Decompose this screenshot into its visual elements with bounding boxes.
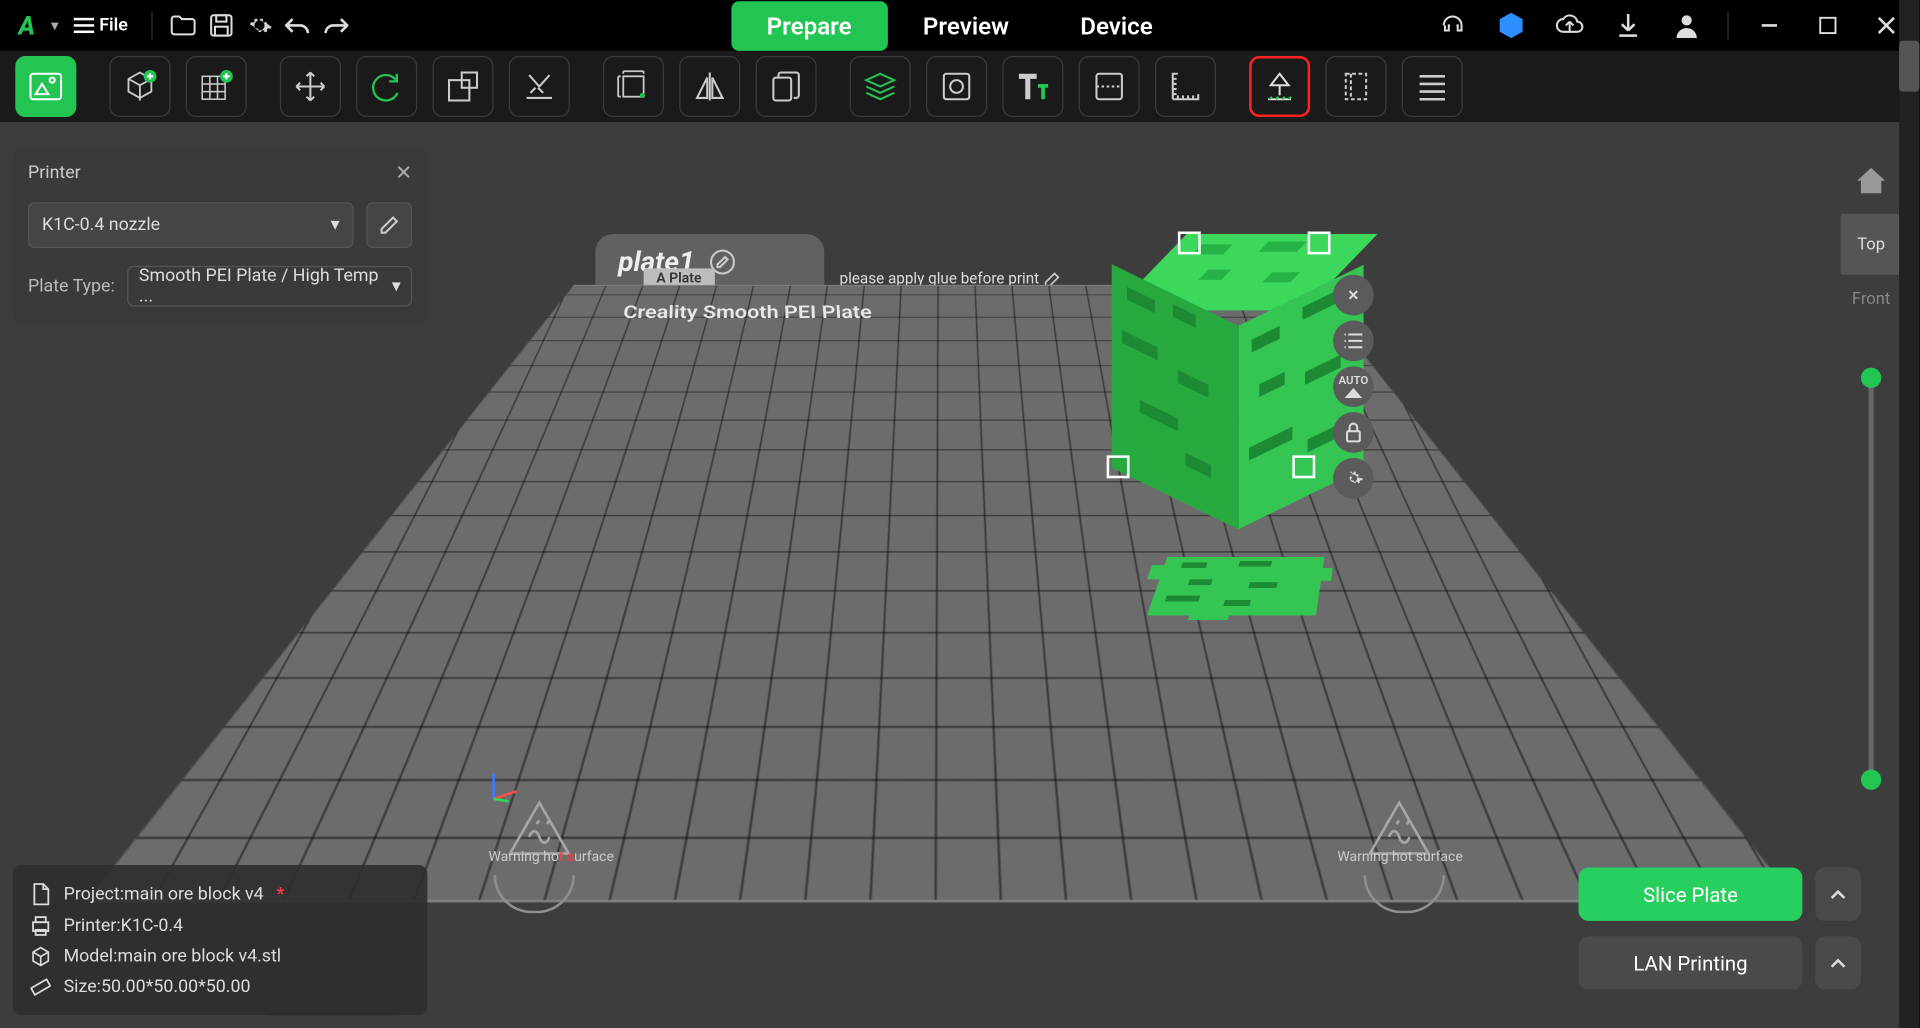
- info-panel: Project:main ore block v4 * Printer:K1C-…: [13, 865, 428, 1015]
- slice-row: Slice Plate: [1579, 868, 1861, 921]
- tool-rotate[interactable]: [356, 56, 417, 117]
- panel-close-icon[interactable]: ✕: [395, 160, 412, 184]
- plate-type-label: Plate Type:: [28, 276, 115, 296]
- tool-support-surface[interactable]: [1249, 56, 1310, 117]
- a-plate-badge: A Plate: [644, 268, 715, 287]
- printer-icon: [31, 916, 51, 936]
- tool-copy[interactable]: [756, 56, 817, 117]
- slice-options-button[interactable]: [1815, 868, 1861, 921]
- model-shadow: [1131, 552, 1339, 622]
- info-project-row: Project:main ore block v4 *: [31, 878, 410, 911]
- printer-panel-title: Printer: [28, 162, 81, 182]
- view-cube-top[interactable]: Top: [1841, 214, 1902, 275]
- save-icon[interactable]: [205, 10, 236, 41]
- file-menu-label: File: [99, 15, 128, 35]
- tool-add-plate[interactable]: [186, 56, 247, 117]
- lan-print-button[interactable]: LAN Printing: [1579, 936, 1803, 989]
- slider-handle-top[interactable]: [1861, 368, 1881, 388]
- build-plate[interactable]: CREALITY: [86, 285, 1797, 902]
- workspace: Printer ✕ K1C-0.4 nozzle ▾ Plate Type: S…: [0, 122, 1919, 1028]
- slider-handle-bottom[interactable]: [1861, 770, 1881, 790]
- topbar: A ▾ File Prepare Preview Device: [0, 0, 1919, 51]
- redo-icon[interactable]: [320, 10, 351, 41]
- chevron-down-icon: ▾: [331, 215, 340, 235]
- vtool-settings-icon[interactable]: [1333, 458, 1374, 499]
- fingerprint-icon: [1364, 875, 1445, 913]
- tool-hollow[interactable]: [926, 56, 987, 117]
- printer-select[interactable]: K1C-0.4 nozzle ▾: [28, 202, 354, 248]
- printer-edit-button[interactable]: [366, 202, 412, 248]
- tool-move[interactable]: [280, 56, 341, 117]
- tool-flatten[interactable]: [509, 56, 570, 117]
- layer-slider[interactable]: [1869, 375, 1874, 782]
- tool-seam[interactable]: [1325, 56, 1386, 117]
- file-icon: [31, 883, 51, 906]
- tool-perspective[interactable]: [15, 56, 76, 117]
- vtool-list-icon[interactable]: [1333, 321, 1374, 362]
- cube-icon[interactable]: [1493, 8, 1529, 44]
- tool-add-cube[interactable]: [109, 56, 170, 117]
- fingerprint-icon: [494, 875, 575, 913]
- view-front-label[interactable]: Front: [1852, 290, 1890, 309]
- info-printer-row: Printer:K1C-0.4: [31, 911, 410, 942]
- app-logo[interactable]: A: [8, 8, 46, 44]
- vtool-auto-arrange[interactable]: AUTO: [1333, 366, 1374, 407]
- right-column: Top Front: [1835, 168, 1906, 782]
- plate-label-text: Creality Smooth PEI Plate: [622, 303, 872, 323]
- tool-list[interactable]: [1402, 56, 1463, 117]
- hamburger-icon: [74, 18, 94, 33]
- tool-text[interactable]: [1002, 56, 1063, 117]
- tool-cut[interactable]: [1079, 56, 1140, 117]
- window-maximize-icon[interactable]: [1810, 8, 1846, 44]
- window-minimize-icon[interactable]: [1752, 8, 1788, 44]
- ruler-icon: [31, 977, 51, 997]
- plate-type-select[interactable]: Smooth PEI Plate / High Temp ... ▾: [127, 266, 412, 307]
- print-options-button[interactable]: [1815, 936, 1861, 989]
- tool-ruler[interactable]: [1155, 56, 1216, 117]
- tool-measure-box[interactable]: [603, 56, 664, 117]
- warning-text: Warning hot surface: [488, 848, 613, 865]
- info-model-row: Model:main ore block v4.stl: [31, 941, 410, 972]
- user-icon[interactable]: [1669, 8, 1705, 44]
- warning-text: Warning hot surface: [1337, 848, 1462, 865]
- print-row: LAN Printing: [1579, 936, 1861, 989]
- info-size-row: Size:50.00*50.00*50.00: [31, 972, 410, 1003]
- tab-preview[interactable]: Preview: [887, 1, 1044, 51]
- vtool-close-icon[interactable]: ✕: [1333, 275, 1374, 316]
- dirty-marker: *: [276, 884, 284, 904]
- brand-bar: CREALITY: [677, 938, 1205, 978]
- printer-panel: Printer ✕ K1C-0.4 nozzle ▾ Plate Type: S…: [13, 148, 428, 325]
- slice-button[interactable]: Slice Plate: [1579, 868, 1803, 921]
- toolbar: [0, 51, 1919, 122]
- tab-prepare[interactable]: Prepare: [731, 1, 887, 51]
- settings-icon[interactable]: [244, 10, 275, 41]
- plate-type-value: Smooth PEI Plate / High Temp ...: [139, 266, 392, 307]
- app-menu-caret-icon[interactable]: ▾: [51, 17, 59, 35]
- tab-device[interactable]: Device: [1045, 1, 1189, 51]
- home-view-icon[interactable]: [1857, 168, 1885, 199]
- chevron-down-icon: ▾: [392, 276, 401, 296]
- tool-layers[interactable]: [850, 56, 911, 117]
- tool-scale[interactable]: [432, 56, 493, 117]
- model-object[interactable]: [1119, 242, 1328, 491]
- vtool-lock-icon[interactable]: [1333, 412, 1374, 453]
- download-icon[interactable]: [1610, 8, 1646, 44]
- scrollbar-thumb[interactable]: [1899, 41, 1919, 92]
- tool-mirror[interactable]: [679, 56, 740, 117]
- file-menu[interactable]: File: [66, 13, 135, 38]
- undo-icon[interactable]: [282, 10, 313, 41]
- support-icon[interactable]: [1435, 8, 1471, 44]
- scrollbar-vertical[interactable]: [1899, 0, 1919, 1028]
- logo-a-glyph: A: [18, 10, 35, 41]
- cube-icon: [31, 946, 51, 966]
- open-icon[interactable]: [167, 10, 198, 41]
- viewport-tools: ✕ AUTO: [1333, 275, 1374, 499]
- cloud-upload-icon[interactable]: [1552, 8, 1588, 44]
- printer-select-value: K1C-0.4 nozzle: [42, 215, 160, 235]
